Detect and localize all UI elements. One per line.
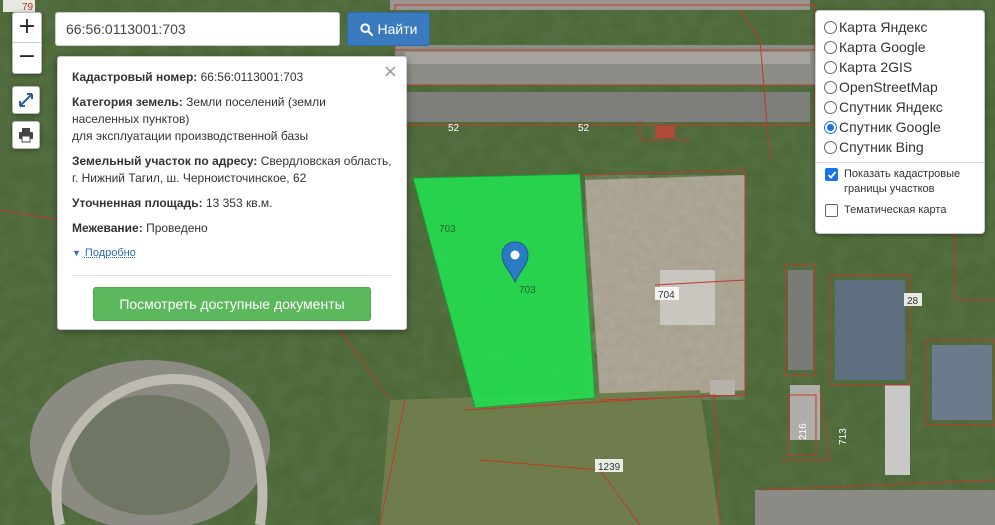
- base-map-label: Спутник Яндекс: [839, 99, 943, 115]
- base-map-label: Спутник Bing: [839, 139, 924, 155]
- area-value: 13 353 кв.м.: [205, 196, 273, 210]
- layer-separator: [816, 162, 984, 163]
- address-value-cont: г. Нижний Тагил, ш. Черноисточинское, 62: [72, 171, 307, 185]
- search-icon: [359, 22, 373, 36]
- base-map-label: Спутник Google: [839, 119, 941, 135]
- triangle-down-icon: ▼: [72, 248, 81, 258]
- land-category-row: Категория земель: Земли поселений (земли…: [72, 94, 392, 145]
- cadastral-search-input[interactable]: [55, 12, 340, 46]
- radio-icon: [824, 140, 837, 154]
- base-map-yandex-map[interactable]: Карта Яндекс: [824, 17, 976, 37]
- zoom-out-button[interactable]: −: [13, 43, 41, 73]
- address-value: Свердловская область,: [260, 154, 392, 168]
- land-category-purpose: для эксплуатации производственной базы: [72, 129, 309, 143]
- parcel-label-216: 216: [798, 423, 809, 440]
- base-map-label: Карта Яндекс: [839, 19, 928, 35]
- field: [380, 390, 720, 525]
- garage-row: [400, 92, 810, 122]
- radio-icon: [824, 60, 837, 74]
- garage-roof-strip: [405, 52, 810, 64]
- base-map-google-satellite[interactable]: Спутник Google: [824, 117, 976, 137]
- area-label: Уточненная площадь:: [72, 196, 203, 210]
- fullscreen-button[interactable]: [12, 86, 40, 114]
- building: [835, 280, 905, 380]
- fullscreen-icon: [19, 93, 33, 107]
- base-map-label: Карта Google: [839, 39, 926, 55]
- building: [885, 385, 910, 475]
- cadastral-number-row: Кадастровый номер: 66:56:0113001:703: [72, 69, 392, 86]
- base-map-label: Карта 2GIS: [839, 59, 913, 75]
- checkbox-checked-icon: [825, 168, 838, 181]
- base-map-label: OpenStreetMap: [839, 79, 938, 95]
- radio-icon: [824, 100, 837, 114]
- zoom-in-button[interactable]: +: [13, 13, 41, 43]
- building: [932, 345, 992, 420]
- parcel-label-52b: 52: [578, 123, 590, 134]
- parcel-label-1239: 1239: [598, 462, 621, 473]
- overlay-thematic-map[interactable]: Тематическая карта: [824, 203, 976, 218]
- area-row: Уточненная площадь: 13 353 кв.м.: [72, 195, 392, 212]
- garage-row: [395, 45, 815, 85]
- parcel-label-52a: 52: [448, 123, 460, 134]
- red-roof: [655, 126, 675, 138]
- base-map-2gis[interactable]: Карта 2GIS: [824, 57, 976, 77]
- parcel-label-704: 704: [658, 290, 675, 301]
- details-link-label: Подробно: [84, 247, 136, 259]
- base-map-bing-satellite[interactable]: Спутник Bing: [824, 137, 976, 157]
- layer-control: Карта Яндекс Карта Google Карта 2GIS Ope…: [815, 10, 985, 234]
- search-button[interactable]: Найти: [347, 12, 430, 46]
- survey-row: Межевание: Проведено: [72, 220, 392, 237]
- view-documents-button[interactable]: Посмотреть доступные документы: [93, 287, 371, 321]
- radio-icon: [824, 40, 837, 54]
- overlay-cadastral-boundaries[interactable]: Показать кадастровые границы участков: [824, 167, 976, 197]
- radio-icon: [824, 20, 837, 34]
- survey-label: Межевание:: [72, 221, 143, 235]
- radio-selected-icon: [824, 120, 837, 134]
- address-row: Земельный участок по адресу: Свердловска…: [72, 153, 392, 187]
- cadastral-number-value: 66:56:0113001:703: [200, 70, 304, 84]
- land-category-value-cont: населенных пунктов): [72, 112, 190, 126]
- checkbox-icon: [825, 204, 838, 217]
- parcel-label-713: 713: [838, 428, 849, 445]
- overlay-label-line: границы участков: [844, 183, 935, 195]
- base-map-google-map[interactable]: Карта Google: [824, 37, 976, 57]
- base-map-yandex-satellite[interactable]: Спутник Яндекс: [824, 97, 976, 117]
- road: [755, 490, 995, 525]
- address-label: Земельный участок по адресу:: [72, 154, 258, 168]
- print-button[interactable]: [12, 121, 40, 149]
- details-link[interactable]: ▼ Подробно: [72, 247, 136, 259]
- close-icon[interactable]: ×: [383, 61, 398, 82]
- parcel-label-703b: 703: [519, 285, 536, 296]
- zoom-control: + −: [12, 12, 42, 74]
- land-category-value: Земли поселений (земли: [186, 95, 326, 109]
- survey-value: Проведено: [146, 221, 208, 235]
- overlay-label-line: Показать кадастровые: [844, 168, 961, 180]
- parcel-info-popup: × Кадастровый номер: 66:56:0113001:703 К…: [57, 56, 407, 330]
- printer-icon: [19, 128, 33, 143]
- overlay-label: Тематическая карта: [844, 204, 947, 216]
- divider: [72, 275, 392, 276]
- cadastral-number-label: Кадастровый номер:: [72, 70, 198, 84]
- base-map-openstreetmap[interactable]: OpenStreetMap: [824, 77, 976, 97]
- parcel-label-28: 28: [907, 296, 919, 307]
- land-category-label: Категория земель:: [72, 95, 183, 109]
- parcel-label-703a: 703: [439, 224, 456, 235]
- building: [710, 380, 735, 395]
- search-button-label: Найти: [377, 21, 418, 37]
- radio-icon: [824, 80, 837, 94]
- overlay-label: Показать кадастровые границы участков: [844, 167, 960, 197]
- building: [788, 270, 813, 370]
